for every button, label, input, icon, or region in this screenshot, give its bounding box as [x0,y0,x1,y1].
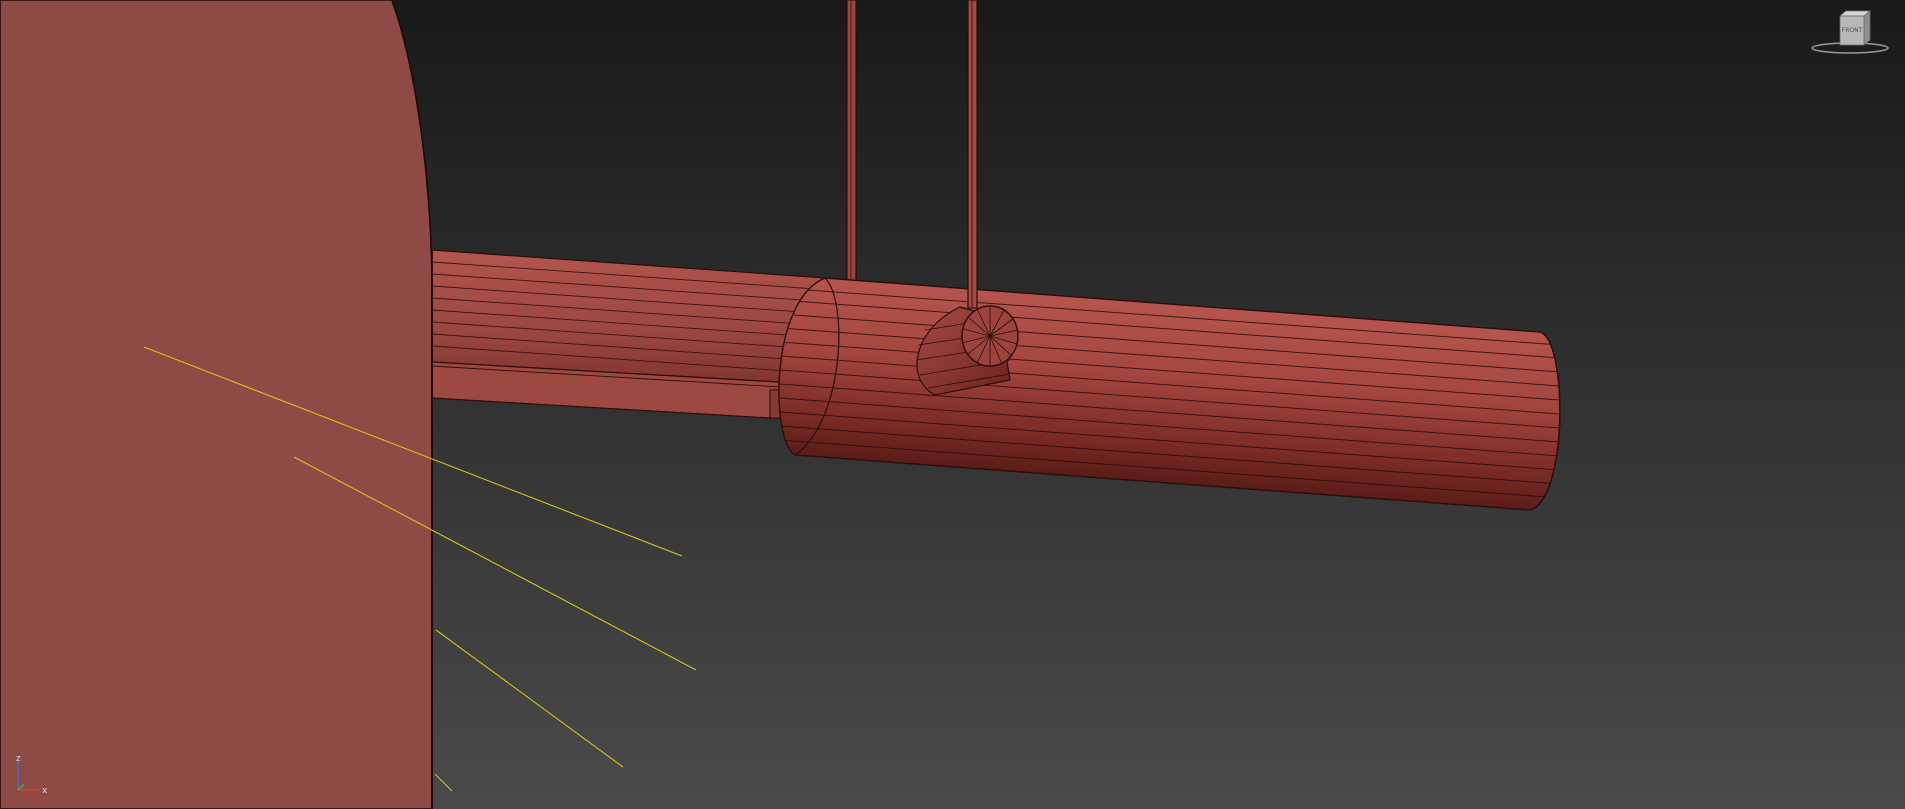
viewcube-face-label: FRONT [1842,27,1863,34]
viewport-scene[interactable]: z x FRONT [0,0,1905,809]
bracket-beam [431,249,831,421]
x-axis-label: x [42,786,48,796]
3d-viewport[interactable]: z x FRONT [0,0,1905,809]
hanging-rod-left [846,0,857,283]
z-axis-label: z [16,754,21,764]
wall-panel [0,0,433,809]
hanging-rod-right [967,0,978,309]
viewcube-side-face[interactable] [1863,10,1871,46]
